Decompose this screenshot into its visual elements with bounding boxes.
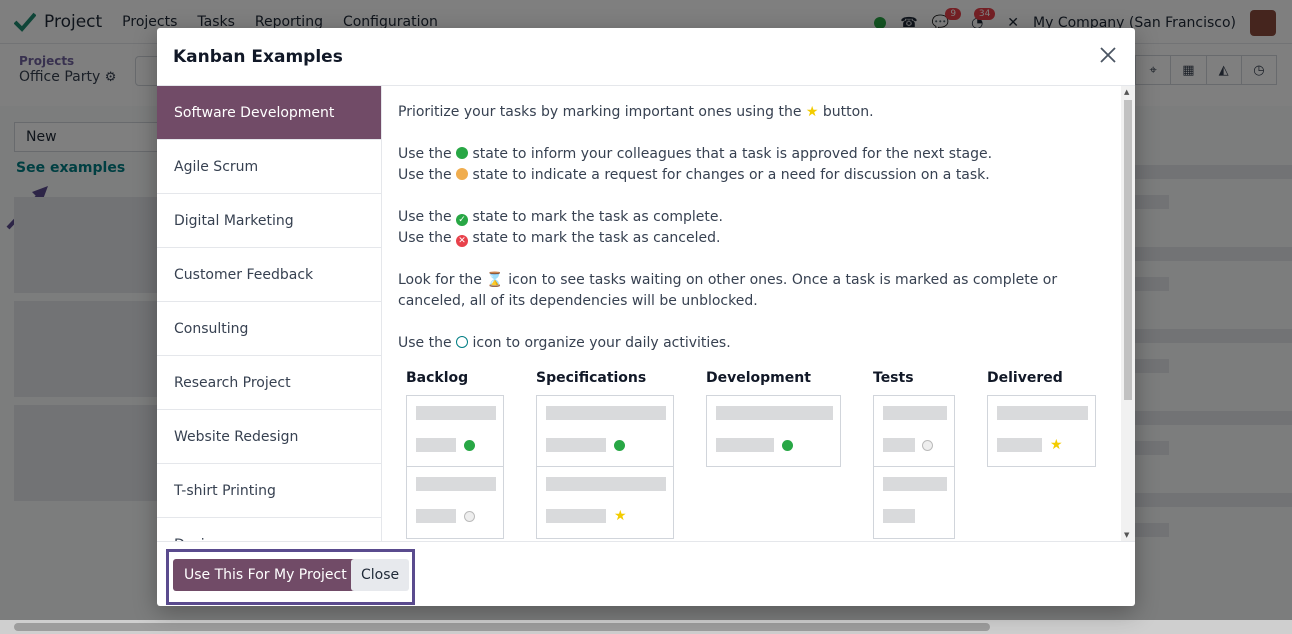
- star-icon: ★: [805, 104, 819, 120]
- orange-status-icon: [456, 168, 469, 180]
- horizontal-scrollbar[interactable]: [0, 620, 1292, 634]
- stage-tests: Tests: [873, 370, 955, 539]
- tip-done-cancel: Use the ✓ state to mark the task as comp…: [398, 207, 1105, 249]
- tab-research-project[interactable]: Research Project: [157, 356, 381, 410]
- stage-title: Development: [706, 370, 811, 386]
- stage-backlog: Backlog: [406, 370, 504, 539]
- tip-text: Use the: [398, 209, 452, 225]
- dialog-footer: Use This For My Project Close: [157, 541, 1135, 606]
- scrollbar-thumb[interactable]: [14, 623, 990, 631]
- preview-card: [406, 467, 504, 539]
- close-icon[interactable]: [1095, 42, 1121, 68]
- example-description: Prioritize your tasks by marking importa…: [382, 86, 1121, 541]
- tab-tshirt-printing[interactable]: T-shirt Printing: [157, 464, 381, 518]
- tip-activities: Use the icon to organize your daily acti…: [398, 333, 1105, 354]
- hourglass-icon: ⌛: [486, 272, 504, 288]
- stage-title: Tests: [873, 370, 914, 386]
- dialog-body: Software Development Agile Scrum Digital…: [157, 86, 1135, 541]
- preview-card: [873, 395, 955, 467]
- stage-title: Delivered: [987, 370, 1063, 386]
- preview-card: ★: [536, 467, 674, 539]
- tab-consulting[interactable]: Consulting: [157, 302, 381, 356]
- tip-text: Look for the: [398, 272, 482, 288]
- tip-text: icon to organize your daily activities.: [472, 335, 731, 351]
- stage-delivered: Delivered ★: [987, 370, 1096, 467]
- preview-card: [536, 395, 674, 467]
- tab-digital-marketing[interactable]: Digital Marketing: [157, 194, 381, 248]
- dialog-title: Kanban Examples: [173, 47, 343, 67]
- tip-states: Use the state to inform your colleagues …: [398, 144, 1105, 186]
- use-this-for-my-project-button[interactable]: Use This For My Project: [173, 559, 358, 591]
- scroll-down-icon[interactable]: ▼: [1124, 531, 1129, 539]
- stage-title: Specifications: [536, 370, 647, 386]
- tab-agile-scrum[interactable]: Agile Scrum: [157, 140, 381, 194]
- tab-software-development[interactable]: Software Development: [157, 86, 381, 140]
- tab-customer-feedback[interactable]: Customer Feedback: [157, 248, 381, 302]
- stage-title: Backlog: [406, 370, 469, 386]
- tip-text: Use the: [398, 230, 452, 246]
- dialog-header: Kanban Examples: [157, 28, 1135, 86]
- tab-design[interactable]: Design: [157, 518, 381, 542]
- preview-card: [873, 467, 955, 539]
- tip-text: button.: [822, 104, 874, 120]
- tab-website-redesign[interactable]: Website Redesign: [157, 410, 381, 464]
- tip-text: Use the: [398, 146, 452, 162]
- cancel-circle-icon: ✕: [456, 235, 469, 247]
- check-circle-icon: ✓: [456, 214, 469, 226]
- tip-text: state to indicate a request for changes …: [472, 167, 990, 183]
- tip-text: state to inform your colleagues that a t…: [472, 146, 993, 162]
- tip-text: Use the: [398, 335, 452, 351]
- example-tab-list: Software Development Agile Scrum Digital…: [157, 86, 382, 541]
- green-status-icon: [456, 147, 469, 159]
- preview-card: [406, 395, 504, 467]
- tip-text: Prioritize your tasks by marking importa…: [398, 104, 802, 120]
- tip-text: Use the: [398, 167, 452, 183]
- stage-development: Development: [706, 370, 841, 467]
- preview-card: [706, 395, 841, 467]
- dialog-scrollbar[interactable]: ▲ ▼: [1121, 86, 1135, 541]
- preview-card: ★: [987, 395, 1096, 467]
- scrollbar-thumb[interactable]: [1124, 100, 1132, 400]
- tip-priority: Prioritize your tasks by marking importa…: [398, 102, 1105, 123]
- scroll-up-icon[interactable]: ▲: [1124, 88, 1129, 96]
- tip-dependencies: Look for the ⌛ icon to see tasks waiting…: [398, 270, 1105, 312]
- stage-specifications: Specifications ★: [536, 370, 674, 539]
- close-button[interactable]: Close: [351, 559, 410, 591]
- tip-text: state to mark the task as complete.: [472, 209, 723, 225]
- kanban-examples-dialog: Kanban Examples Software Development Agi…: [157, 28, 1135, 606]
- clock-icon: [456, 336, 469, 348]
- tip-text: state to mark the task as canceled.: [472, 230, 721, 246]
